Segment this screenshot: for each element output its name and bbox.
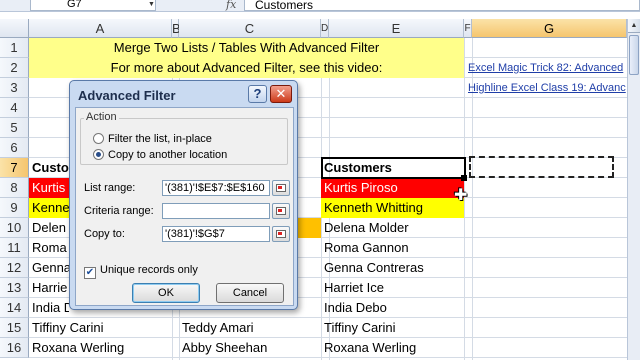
cell-e15[interactable]: Tiffiny Carini — [321, 318, 464, 338]
cell-c16[interactable]: Abby Sheehan — [179, 338, 321, 358]
row-header-7[interactable]: 7 — [0, 158, 29, 178]
column-header-e[interactable]: E — [329, 19, 464, 38]
column-header-d[interactable]: D — [321, 19, 329, 38]
cell-a9[interactable]: Kenne — [29, 198, 69, 218]
row-header-9[interactable]: 9 — [0, 198, 29, 218]
radio-filter-in-place[interactable]: Filter the list, in-place — [93, 132, 212, 146]
cancel-button[interactable]: Cancel — [216, 283, 284, 303]
copy-to-input[interactable]: '(381)'!$G$7 — [162, 226, 270, 242]
row-header-15[interactable]: 15 — [0, 318, 29, 338]
row-header-11[interactable]: 11 — [0, 238, 29, 258]
unique-records-label: Unique records only — [100, 264, 198, 276]
radio-button[interactable] — [93, 133, 104, 144]
column-header-b[interactable]: B — [172, 19, 181, 38]
cell-e13[interactable]: Harriet Ice — [321, 278, 464, 298]
cell-a14[interactable]: India D — [29, 298, 69, 318]
row-header-14[interactable]: 14 — [0, 298, 29, 318]
column-header-a[interactable]: A — [29, 19, 172, 38]
help-button[interactable]: ? — [248, 85, 267, 103]
select-all-corner[interactable] — [0, 19, 29, 38]
dialog-title: Advanced Filter — [78, 88, 176, 103]
action-group-label: Action — [84, 111, 119, 123]
scroll-thumb[interactable] — [629, 35, 639, 75]
column-header-g[interactable]: G — [472, 19, 627, 38]
column-header-c[interactable]: C — [179, 19, 321, 38]
checkmark-icon[interactable]: ✔ — [84, 267, 96, 279]
cell-c15[interactable]: Teddy Amari — [179, 318, 321, 338]
copy-marquee-g7 — [469, 156, 614, 178]
row-header-10[interactable]: 10 — [0, 218, 29, 238]
cell-a11[interactable]: Roma — [29, 238, 69, 258]
radio-button-selected[interactable] — [93, 149, 104, 160]
cell-a10[interactable]: Delen — [29, 218, 69, 238]
cell-e9[interactable]: Kenneth Whitting — [321, 198, 464, 218]
list-range-input[interactable]: '(381)'!$E$7:$E$160 — [162, 180, 270, 196]
name-box-dropdown-icon[interactable]: ▼ — [148, 1, 155, 8]
criteria-range-collapse-icon[interactable] — [272, 203, 290, 219]
cell-c10[interactable] — [298, 218, 321, 238]
criteria-range-label: Criteria range: — [84, 205, 154, 217]
close-button[interactable]: ✕ — [270, 85, 292, 103]
cell-a16[interactable]: Roxana Werling — [29, 338, 172, 358]
list-range-label: List range: — [84, 182, 136, 194]
row-header-5[interactable]: 5 — [0, 118, 29, 138]
cell-a7[interactable]: Custo — [29, 158, 69, 178]
radio-filter-label: Filter the list, in-place — [108, 133, 212, 145]
video-link-cell[interactable]: Highline Excel Class 19: Advanc — [465, 78, 627, 98]
row-header-16[interactable]: 16 — [0, 338, 29, 358]
row-header-1[interactable]: 1 — [0, 38, 29, 58]
row-header-6[interactable]: 6 — [0, 138, 29, 158]
cell-e14[interactable]: India Debo — [321, 298, 464, 318]
cell-e8[interactable]: Kurtis Piroso — [321, 178, 464, 198]
formula-bar: G7 ▼ fx Customers — [0, 0, 640, 12]
row-header-12[interactable]: 12 — [0, 258, 29, 278]
name-box[interactable]: G7 — [30, 0, 156, 11]
copy-to-label: Copy to: — [84, 228, 125, 240]
vertical-scrollbar[interactable]: ▲ — [627, 19, 640, 360]
cell-e10[interactable]: Delena Molder — [321, 218, 464, 238]
action-group: Filter the list, in-place Copy to anothe… — [80, 118, 288, 165]
list-range-collapse-icon[interactable] — [272, 180, 290, 196]
formula-input[interactable]: Customers — [244, 0, 640, 11]
row-header-13[interactable]: 13 — [0, 278, 29, 298]
cell-e12[interactable]: Genna Contreras — [321, 258, 464, 278]
cell-select-cursor-icon: ✚ — [454, 187, 468, 204]
scroll-up-icon[interactable]: ▲ — [628, 19, 640, 33]
cell-a13[interactable]: Harrie — [29, 278, 69, 298]
copy-to-collapse-icon[interactable] — [272, 226, 290, 242]
column-header-f[interactable]: F — [464, 19, 472, 38]
criteria-range-input[interactable] — [162, 203, 270, 219]
ok-button[interactable]: OK — [132, 283, 200, 303]
row-header-2[interactable]: 2 — [0, 58, 29, 78]
cell-a15[interactable]: Tiffiny Carini — [29, 318, 172, 338]
row-header-8[interactable]: 8 — [0, 178, 29, 198]
title-cell-merged[interactable]: Merge Two Lists / Tables With Advanced F… — [29, 38, 464, 58]
function-icon[interactable]: fx — [226, 0, 236, 11]
radio-copy-to-location[interactable]: Copy to another location — [93, 148, 227, 162]
cell-e11[interactable]: Roma Gannon — [321, 238, 464, 258]
unique-records-option[interactable]: ✔ Unique records only — [84, 263, 198, 279]
dialog-body: Filter the list, in-place Copy to anothe… — [75, 107, 294, 306]
cell-a12[interactable]: Genna — [29, 258, 69, 278]
active-cell-border — [321, 157, 466, 179]
cell-e16[interactable]: Roxana Werling — [321, 338, 464, 358]
fill-handle[interactable] — [461, 175, 467, 181]
radio-copy-label: Copy to another location — [108, 149, 228, 161]
video-link-cell[interactable]: Excel Magic Trick 82: Advanced — [465, 58, 627, 78]
row-header-4[interactable]: 4 — [0, 98, 29, 118]
subtitle-cell-merged[interactable]: For more about Advanced Filter, see this… — [29, 58, 464, 78]
cell-a8[interactable]: Kurtis — [29, 178, 69, 198]
row-header-3[interactable]: 3 — [0, 78, 29, 98]
advanced-filter-dialog: Advanced Filter ? ✕ Filter the list, in-… — [69, 80, 298, 310]
